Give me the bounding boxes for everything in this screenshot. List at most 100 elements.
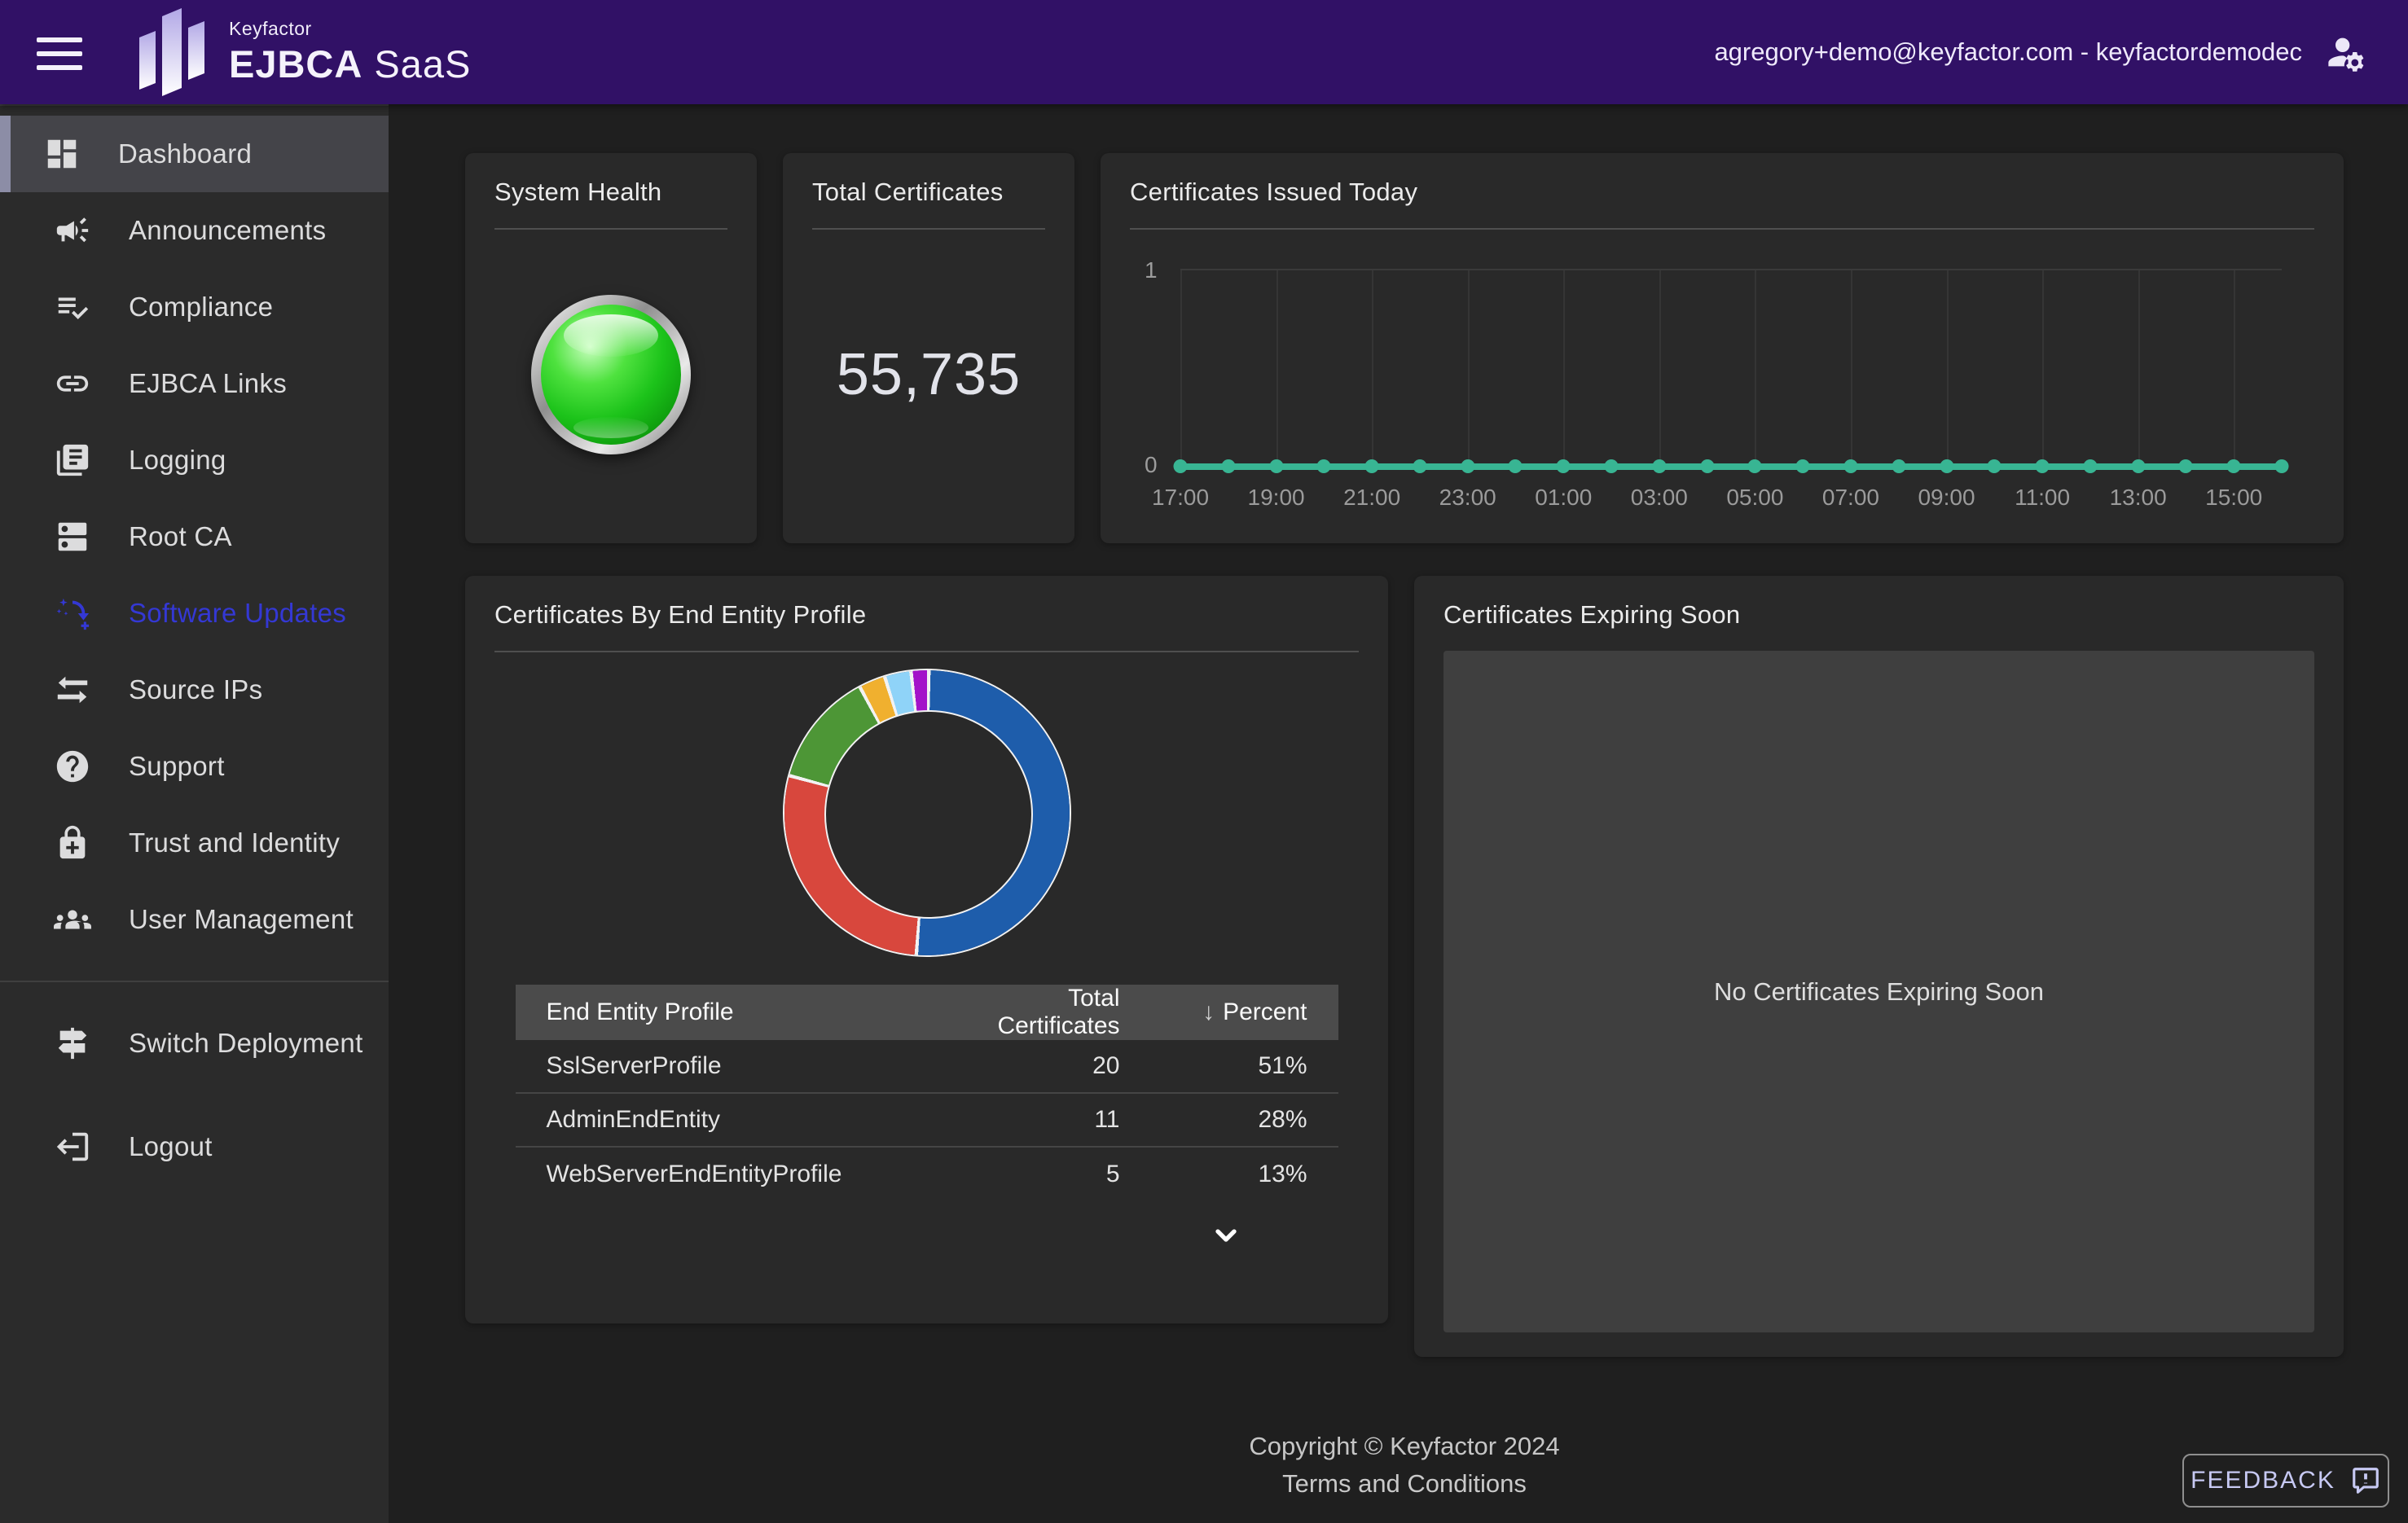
vertical-gridline: [1851, 270, 1852, 467]
source-ips-icon: [54, 671, 91, 709]
manage-account-icon[interactable]: [2325, 31, 2367, 73]
sidebar-item-source-ips[interactable]: Source IPs: [0, 652, 389, 728]
cell-percent: 13%: [1151, 1161, 1338, 1188]
sidebar-item-label: Announcements: [129, 215, 326, 246]
expand-table-chevron-icon[interactable]: [1210, 1219, 1242, 1252]
title-divider: [1130, 228, 2314, 230]
vertical-gridline: [2234, 270, 2235, 467]
feedback-button[interactable]: FEEDBACK: [2182, 1454, 2389, 1508]
column-header-total[interactable]: Total Certificates: [931, 985, 1151, 1040]
sidebar-item-dashboard[interactable]: Dashboard: [0, 116, 389, 192]
lock-plus-icon: [54, 824, 91, 862]
cell-profile: SslServerProfile: [516, 1052, 931, 1080]
brand-saas: SaaS: [374, 42, 471, 86]
table-row: WebServerEndEntityProfile 5 13%: [516, 1148, 1338, 1201]
card-title: Certificates Expiring Soon: [1443, 600, 2314, 630]
vertical-gridline: [1755, 270, 1756, 467]
link-icon: [54, 365, 91, 402]
sidebar-item-trust-and-identity[interactable]: Trust and Identity: [0, 805, 389, 881]
card-title: Total Certificates: [812, 178, 1045, 207]
support-icon: [54, 748, 91, 785]
vertical-gridline: [1659, 270, 1661, 467]
x-tick-label: 05:00: [1726, 485, 1783, 511]
sidebar-item-label: Root CA: [129, 521, 232, 552]
sidebar-item-root-ca[interactable]: Root CA: [0, 498, 389, 575]
sidebar-item-label: Software Updates: [129, 598, 346, 629]
x-tick-label: 21:00: [1343, 485, 1400, 511]
x-tick-label: 07:00: [1822, 485, 1879, 511]
sidebar-item-label: Compliance: [129, 292, 273, 323]
y-axis-tick-label: 1: [1145, 257, 1158, 283]
announcements-icon: [54, 212, 91, 249]
sidebar-item-label: Switch Deployment: [129, 1028, 363, 1059]
x-tick-label: 23:00: [1439, 485, 1496, 511]
profile-donut-chart: [784, 670, 1070, 955]
logging-icon: [54, 441, 91, 479]
empty-message: No Certificates Expiring Soon: [1714, 977, 2044, 1007]
certificates-by-profile-card: Certificates By End Entity Profile End E…: [465, 576, 1388, 1323]
sidebar-item-label: Source IPs: [129, 674, 262, 705]
users-icon: [54, 901, 91, 938]
copyright-text: Copyright © Keyfactor 2024: [465, 1432, 2344, 1461]
sidebar-item-label: Logging: [129, 445, 226, 476]
vertical-gridline: [2042, 270, 2044, 467]
sidebar-item-label: EJBCA Links: [129, 368, 287, 399]
x-axis-labels: 17:0019:0021:0023:0001:0003:0005:0007:00…: [1180, 467, 2282, 504]
brand-ejbca: EJBCA: [229, 42, 363, 86]
sort-descending-icon: ↓: [1202, 999, 1215, 1025]
dashboard-icon: [43, 135, 81, 173]
sidebar-item-label: Trust and Identity: [129, 827, 340, 858]
sidebar-item-compliance[interactable]: Compliance: [0, 269, 389, 345]
sidebar-item-logging[interactable]: Logging: [0, 422, 389, 498]
total-certificates-card: Total Certificates 55,735: [783, 153, 1074, 543]
sidebar-item-user-management[interactable]: User Management: [0, 881, 389, 958]
sidebar-item-logout[interactable]: Logout: [0, 1108, 389, 1185]
sidebar-item-announcements[interactable]: Announcements: [0, 192, 389, 269]
terms-link[interactable]: Terms and Conditions: [465, 1469, 2344, 1499]
x-tick-label: 01:00: [1535, 485, 1592, 511]
y-axis-tick-label: 0: [1145, 452, 1158, 478]
x-tick-label: 09:00: [1918, 485, 1975, 511]
cell-percent: 51%: [1151, 1052, 1338, 1080]
profile-table-header: End Entity Profile Total Certificates ↓P…: [516, 985, 1338, 1040]
vertical-gridline: [1947, 270, 1949, 467]
vertical-gridline: [1372, 270, 1373, 467]
column-header-percent[interactable]: ↓Percent: [1151, 999, 1338, 1026]
vertical-gridline: [1277, 270, 1278, 467]
sidebar-item-label: Logout: [129, 1131, 213, 1162]
issued-today-line-chart: 1 0: [1180, 269, 2282, 467]
cell-total: 20: [931, 1052, 1151, 1080]
certificates-issued-today-card: Certificates Issued Today 1 0 17:0019:00…: [1101, 153, 2344, 543]
system-health-status-indicator: [531, 295, 691, 454]
sidebar-item-switch-deployment[interactable]: Switch Deployment: [0, 1005, 389, 1082]
topbar: Keyfactor EJBCASaaS agregory+demo@keyfac…: [0, 0, 2408, 104]
x-tick-label: 03:00: [1631, 485, 1688, 511]
sidebar-item-label: Support: [129, 751, 225, 782]
sidebar-item-ejbca-links[interactable]: EJBCA Links: [0, 345, 389, 422]
card-title: Certificates By End Entity Profile: [494, 600, 1359, 630]
sidebar-item-software-updates[interactable]: Software Updates: [0, 575, 389, 652]
total-certificates-value: 55,735: [837, 341, 1021, 408]
feedback-label: FEEDBACK: [2190, 1467, 2335, 1494]
user-account-label[interactable]: agregory+demo@keyfactor.com - keyfactord…: [1714, 37, 2302, 67]
brand-logo: Keyfactor EJBCASaaS: [136, 7, 471, 98]
sidebar: Dashboard Announcements Compliance EJBCA…: [0, 104, 389, 1523]
certificates-expiring-card: Certificates Expiring Soon No Certificat…: [1414, 576, 2344, 1357]
card-title: System Health: [494, 178, 727, 207]
cell-total: 5: [931, 1161, 1151, 1188]
x-tick-label: 15:00: [2205, 485, 2262, 511]
brand-keyfactor: Keyfactor: [229, 18, 471, 40]
sidebar-item-support[interactable]: Support: [0, 728, 389, 805]
title-divider: [494, 651, 1359, 652]
cell-total: 11: [931, 1106, 1151, 1134]
column-header-profile[interactable]: End Entity Profile: [516, 999, 931, 1026]
root-ca-icon: [54, 518, 91, 555]
sidebar-item-label: Dashboard: [118, 138, 252, 169]
vertical-gridline: [1180, 270, 1182, 467]
vertical-gridline: [1468, 270, 1470, 467]
software-updates-icon: [54, 595, 91, 632]
x-tick-label: 19:00: [1248, 485, 1305, 511]
sidebar-divider: [0, 981, 389, 982]
menu-icon[interactable]: [37, 37, 82, 70]
table-row: AdminEndEntity 11 28%: [516, 1094, 1338, 1148]
